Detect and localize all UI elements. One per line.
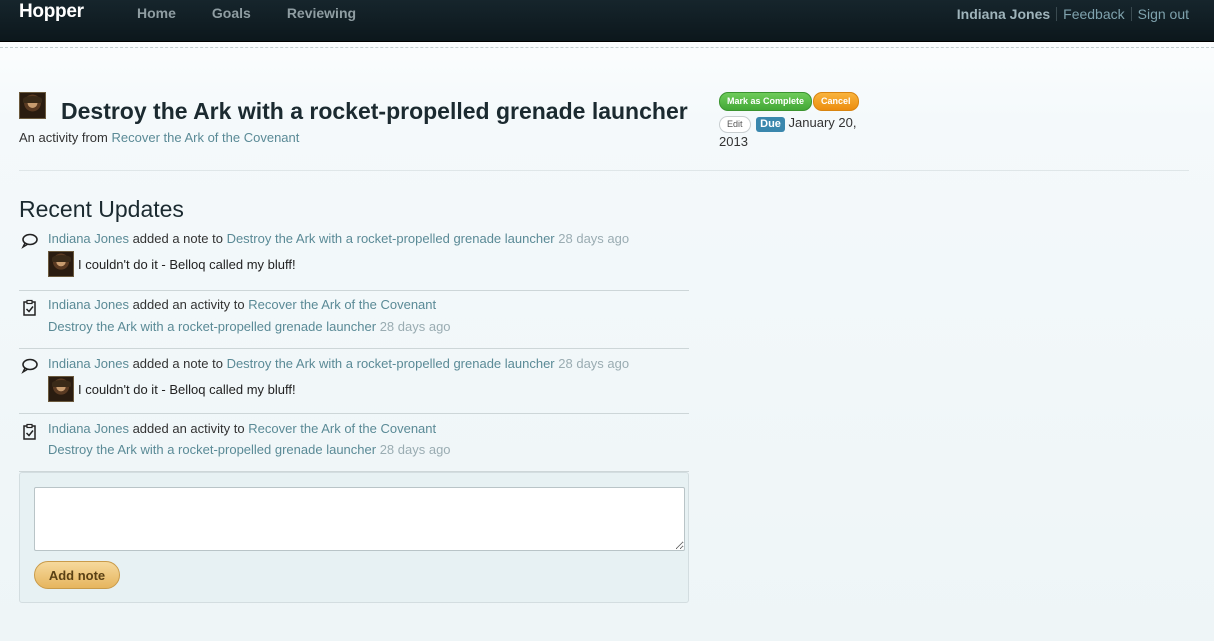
section-heading: Recent Updates: [19, 196, 184, 222]
divider: [19, 170, 1189, 171]
update-verb: added a note to: [132, 356, 223, 371]
activity-link[interactable]: Destroy the Ark with a rocket-propelled …: [48, 442, 376, 457]
clipboard-check-icon: [23, 423, 36, 440]
edit-button[interactable]: Edit: [719, 116, 751, 133]
user-link[interactable]: Indiana Jones: [48, 231, 129, 246]
page-title: Destroy the Ark with a rocket-propelled …: [61, 98, 688, 124]
timestamp: 28 days ago: [379, 442, 451, 457]
list-item: Indiana Jones added an activity to Recov…: [19, 291, 689, 349]
divider: [1056, 7, 1058, 21]
nav-reviewing[interactable]: Reviewing: [287, 5, 356, 21]
cancel-button[interactable]: Cancel: [813, 92, 859, 111]
note-textarea[interactable]: [34, 487, 685, 551]
user-link[interactable]: Indiana Jones: [48, 421, 129, 436]
update-verb: added an activity to: [132, 297, 245, 312]
navbar-dashed-border: [0, 42, 1214, 48]
list-item: Indiana Jones added an activity to Recov…: [19, 414, 689, 472]
nav-goals[interactable]: Goals: [212, 5, 251, 21]
activity-actions: Mark as Complete Cancel Edit Due January …: [719, 92, 869, 151]
user-name-link[interactable]: Indiana Jones: [957, 6, 1050, 22]
note-text: I couldn't do it - Belloq called my bluf…: [78, 381, 296, 397]
due-row: Edit Due January 20, 2013: [719, 114, 869, 151]
timestamp: 28 days ago: [558, 231, 630, 246]
recent-updates: Recent Updates Indiana Jones added a not…: [19, 196, 689, 472]
avatar: [48, 251, 74, 277]
mark-complete-button[interactable]: Mark as Complete: [719, 92, 813, 111]
note-text: I couldn't do it - Belloq called my bluf…: [78, 256, 296, 272]
activity-subtitle: An activity from Recover the Ark of the …: [19, 130, 299, 145]
timestamp: 28 days ago: [379, 319, 451, 334]
clipboard-check-icon: [23, 299, 36, 316]
user-link[interactable]: Indiana Jones: [48, 297, 129, 312]
nav-home[interactable]: Home: [137, 5, 176, 21]
brand-logo[interactable]: Hopper: [19, 1, 84, 23]
update-verb: added an activity to: [132, 421, 245, 436]
add-note-button[interactable]: Add note: [34, 561, 120, 589]
speech-bubble-icon: [21, 358, 38, 374]
list-item: Indiana Jones added a note to Destroy th…: [19, 349, 689, 414]
subtitle-prefix: An activity from: [19, 130, 108, 145]
avatar: [48, 376, 74, 402]
signout-link[interactable]: Sign out: [1138, 6, 1189, 22]
timestamp: 28 days ago: [558, 356, 630, 371]
feedback-link[interactable]: Feedback: [1063, 6, 1124, 22]
due-badge: Due: [756, 117, 785, 132]
activity-link[interactable]: Destroy the Ark with a rocket-propelled …: [48, 319, 376, 334]
avatar: [19, 92, 46, 119]
target-link[interactable]: Recover the Ark of the Covenant: [248, 421, 436, 436]
target-link[interactable]: Recover the Ark of the Covenant: [248, 297, 436, 312]
note-body: I couldn't do it - Belloq called my bluf…: [48, 376, 689, 402]
user-nav: Indiana Jones Feedback Sign out: [957, 6, 1189, 22]
goal-link[interactable]: Recover the Ark of the Covenant: [111, 130, 299, 145]
top-navbar: Hopper Home Goals Reviewing Indiana Jone…: [0, 0, 1214, 42]
list-item: Indiana Jones added a note to Destroy th…: [19, 229, 689, 291]
target-link[interactable]: Destroy the Ark with a rocket-propelled …: [227, 356, 555, 371]
update-verb: added a note to: [132, 231, 223, 246]
target-link[interactable]: Destroy the Ark with a rocket-propelled …: [227, 231, 555, 246]
divider: [1130, 7, 1132, 21]
user-link[interactable]: Indiana Jones: [48, 356, 129, 371]
add-note-form: Add note: [19, 472, 689, 603]
main-nav: Home Goals Reviewing: [137, 5, 392, 21]
note-body: I couldn't do it - Belloq called my bluf…: [48, 251, 689, 277]
speech-bubble-icon: [21, 233, 38, 249]
